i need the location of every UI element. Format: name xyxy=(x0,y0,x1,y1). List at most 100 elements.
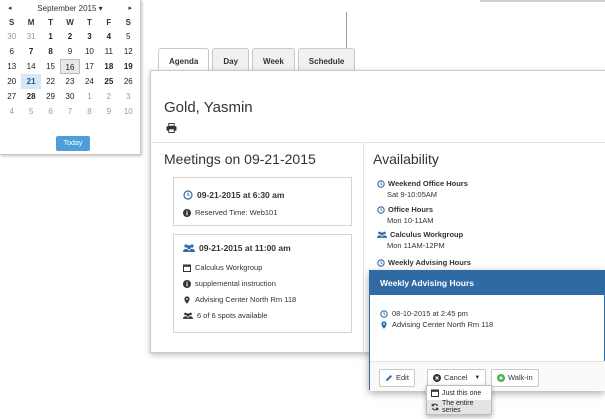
meeting-detail-row: Reserved Time: Web101 xyxy=(183,208,277,217)
cancel-menu-item-single[interactable]: Just this one xyxy=(427,386,491,400)
calendar-day[interactable]: 17 xyxy=(80,59,99,74)
calendar-day[interactable]: 10 xyxy=(119,104,138,119)
calendar-day[interactable]: 4 xyxy=(2,104,21,119)
print-icon[interactable] xyxy=(166,123,177,133)
cancel-menu-label: Just this one xyxy=(442,389,482,397)
calendar-prev-button[interactable]: ◂ xyxy=(8,4,12,12)
student-name: Gold, Yasmin xyxy=(164,99,253,116)
calendar-day[interactable]: 8 xyxy=(41,44,60,59)
calendar-day[interactable]: 23 xyxy=(60,74,79,89)
weekday-header: M xyxy=(27,18,35,27)
meeting-detail-row: 6 of 6 spots available xyxy=(183,311,267,320)
meeting-card[interactable]: 09-21-2015 at 11:00 am Calculus Workgrou… xyxy=(173,234,352,333)
calendar-day[interactable]: 6 xyxy=(2,44,21,59)
calendar-header: ◂ September 2015 ▾ ▸ xyxy=(0,0,140,16)
calendar-day[interactable]: 11 xyxy=(99,44,118,59)
calendar-day[interactable]: 24 xyxy=(80,74,99,89)
calendar-day[interactable]: 15 xyxy=(41,59,60,74)
calendar-day[interactable]: 5 xyxy=(119,29,138,44)
calendar-day[interactable]: 22 xyxy=(41,74,60,89)
calendar-day[interactable]: 28 xyxy=(21,89,40,104)
availability-item[interactable]: Office Hours Mon 10-11AM xyxy=(377,205,434,225)
availability-item[interactable]: Weekend Office Hours Sat 9-10:05AM xyxy=(377,179,468,199)
availability-title: Calculus Workgroup xyxy=(390,230,464,239)
availability-time: Mon 11AM-12PM xyxy=(387,241,445,250)
availability-time: Mon 10-11AM xyxy=(387,216,434,225)
calendar-day[interactable]: 2 xyxy=(99,89,118,104)
calendar-next-button[interactable]: ▸ xyxy=(128,4,132,12)
calendar-icon xyxy=(183,264,191,272)
calendar-day[interactable]: 18 xyxy=(99,59,118,74)
meetings-heading: Meetings on 09-21-2015 xyxy=(164,151,316,167)
recurring-clock-icon xyxy=(377,179,385,188)
popover-datetime: 08-10-2015 at 2:45 pm xyxy=(392,309,468,318)
map-marker-icon xyxy=(381,320,387,329)
meeting-title: Calculus Workgroup xyxy=(195,263,263,272)
calendar-day[interactable]: 31 xyxy=(21,29,40,44)
today-button[interactable]: Today xyxy=(56,136,90,151)
background-divider xyxy=(346,12,347,52)
calendar-day[interactable]: 20 xyxy=(2,74,21,89)
calendar-day[interactable]: 5 xyxy=(21,104,40,119)
calendar-day[interactable]: 30 xyxy=(2,29,21,44)
availability-title-row: Calculus Workgroup xyxy=(377,230,463,239)
cancel-menu-item-series[interactable]: The entire series xyxy=(427,400,491,414)
walk-in-label: Walk-in xyxy=(508,373,533,382)
meeting-time-row: 09-21-2015 at 11:00 am xyxy=(183,243,291,253)
calendar-day[interactable]: 3 xyxy=(80,29,99,44)
weekday-header: S xyxy=(9,18,15,27)
calendar-day[interactable]: 9 xyxy=(60,44,79,59)
calendar-day[interactable]: 1 xyxy=(80,89,99,104)
mini-calendar: ◂ September 2015 ▾ ▸ S M T W T F S 30 31… xyxy=(0,0,141,155)
calendar-day[interactable]: 12 xyxy=(119,44,138,59)
calendar-day[interactable]: 6 xyxy=(41,104,60,119)
calendar-day[interactable]: 26 xyxy=(119,74,138,89)
calendar-day[interactable]: 4 xyxy=(99,29,118,44)
availability-title-row: Weekly Advising Hours xyxy=(377,258,471,267)
calendar-day[interactable]: 13 xyxy=(2,59,21,74)
calendar-day[interactable]: 7 xyxy=(60,104,79,119)
column-divider xyxy=(363,143,364,354)
availability-title: Office Hours xyxy=(388,205,434,214)
calendar-day[interactable]: 2 xyxy=(60,29,79,44)
walk-in-button[interactable]: Walk-in xyxy=(491,369,539,387)
calendar-day[interactable]: 14 xyxy=(21,59,40,74)
calendar-month-selector[interactable]: September 2015 ▾ xyxy=(37,4,102,13)
group-icon xyxy=(377,231,387,238)
student-header: Gold, Yasmin xyxy=(151,71,605,143)
calendar-day[interactable]: 30 xyxy=(60,89,79,104)
background-panel-edge xyxy=(480,0,605,2)
calendar-day[interactable]: 27 xyxy=(2,89,21,104)
calendar-day[interactable]: 7 xyxy=(21,44,40,59)
calendar-day-current[interactable]: 21 xyxy=(21,74,41,89)
cancel-icon xyxy=(433,374,441,382)
meeting-capacity: 6 of 6 spots available xyxy=(197,311,268,320)
meeting-card[interactable]: 09-21-2015 at 6:30 am Reserved Time: Web… xyxy=(173,177,352,226)
calendar-day[interactable]: 25 xyxy=(99,74,118,89)
calendar-icon xyxy=(431,389,439,397)
calendar-day[interactable]: 1 xyxy=(41,29,60,44)
calendar-day-selected[interactable]: 16 xyxy=(60,59,80,74)
group-icon xyxy=(183,243,195,252)
availability-heading: Availability xyxy=(373,151,439,167)
calendar-day[interactable]: 19 xyxy=(119,59,138,74)
group-icon xyxy=(183,312,193,319)
calendar-day[interactable]: 10 xyxy=(80,44,99,59)
calendar-day[interactable]: 3 xyxy=(119,89,138,104)
caret-down-icon: ▼ xyxy=(474,375,481,381)
popover-title: Weekly Advising Hours xyxy=(370,271,604,295)
recurring-clock-icon xyxy=(377,258,385,267)
meeting-detail-row: supplemental instruction xyxy=(183,279,276,288)
availability-title-row: Office Hours xyxy=(377,205,434,214)
cancel-menu-label: The entire series xyxy=(442,400,474,414)
calendar-day[interactable]: 8 xyxy=(80,104,99,119)
availability-item[interactable]: Calculus Workgroup Mon 11AM-12PM xyxy=(377,230,463,250)
edit-button[interactable]: Edit xyxy=(379,369,415,387)
pencil-icon xyxy=(386,375,392,381)
availability-time: Sat 9-10:05AM xyxy=(387,190,438,199)
calendar-day[interactable]: 29 xyxy=(41,89,60,104)
meeting-time: 09-21-2015 at 11:00 am xyxy=(199,243,291,253)
calendar-day[interactable]: 9 xyxy=(99,104,118,119)
popover-datetime-row: 08-10-2015 at 2:45 pm xyxy=(380,309,468,318)
availability-item[interactable]: Weekly Advising Hours xyxy=(377,258,471,267)
